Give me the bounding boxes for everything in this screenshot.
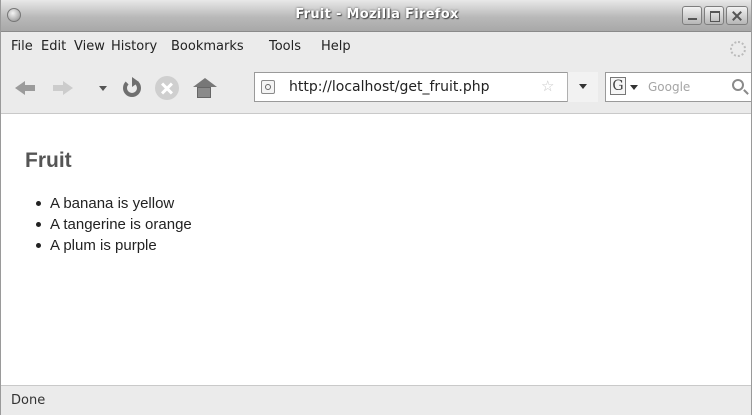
menu-bar: File Edit View History Bookmarks Tools H… [1,32,751,62]
list-item: A banana is yellow [32,193,192,214]
menu-file[interactable]: File [11,39,33,54]
menu-edit[interactable]: Edit [41,39,66,54]
menu-help[interactable]: Help [321,39,351,54]
status-bar: Done [1,385,751,415]
maximize-button[interactable] [704,6,724,25]
page-content: Fruit A banana is yellow A tangerine is … [1,114,751,385]
search-input[interactable]: Google [648,80,690,94]
list-item: A plum is purple [32,235,192,256]
menu-history[interactable]: History [111,39,157,54]
minimize-button[interactable] [682,6,702,25]
activity-throbber-icon [730,41,746,57]
site-identity-icon[interactable] [261,80,275,94]
close-button[interactable] [726,6,748,25]
back-arrow-icon[interactable] [13,76,39,100]
search-box[interactable]: G Google [605,72,751,102]
menu-bookmarks[interactable]: Bookmarks [171,39,244,54]
fruit-list: A banana is yellow A tangerine is orange… [32,193,192,256]
menu-tools[interactable]: Tools [269,39,301,54]
star-icon[interactable]: ☆ [541,79,554,94]
status-text: Done [11,393,46,408]
page-heading: Fruit [25,149,72,172]
search-engine-dropdown-icon[interactable] [630,85,638,90]
url-dropdown-button[interactable] [567,72,598,102]
browser-window: Fruit - Mozilla Firefox File Edit View H… [0,0,752,415]
list-item: A tangerine is orange [32,214,192,235]
forward-arrow-icon[interactable] [49,76,75,100]
url-text[interactable]: http://localhost/get_fruit.php [289,79,489,95]
window-title: Fruit - Mozilla Firefox [295,7,459,22]
home-icon[interactable] [192,76,218,100]
search-engine-icon[interactable]: G [610,77,626,95]
title-bar[interactable]: Fruit - Mozilla Firefox [1,0,751,32]
search-icon[interactable] [732,79,744,91]
menu-view[interactable]: View [74,39,105,54]
reload-icon[interactable] [120,76,146,100]
history-dropdown-icon[interactable] [96,76,110,100]
url-bar[interactable]: http://localhost/get_fruit.php ☆ [254,72,598,102]
stop-icon[interactable] [155,76,179,100]
